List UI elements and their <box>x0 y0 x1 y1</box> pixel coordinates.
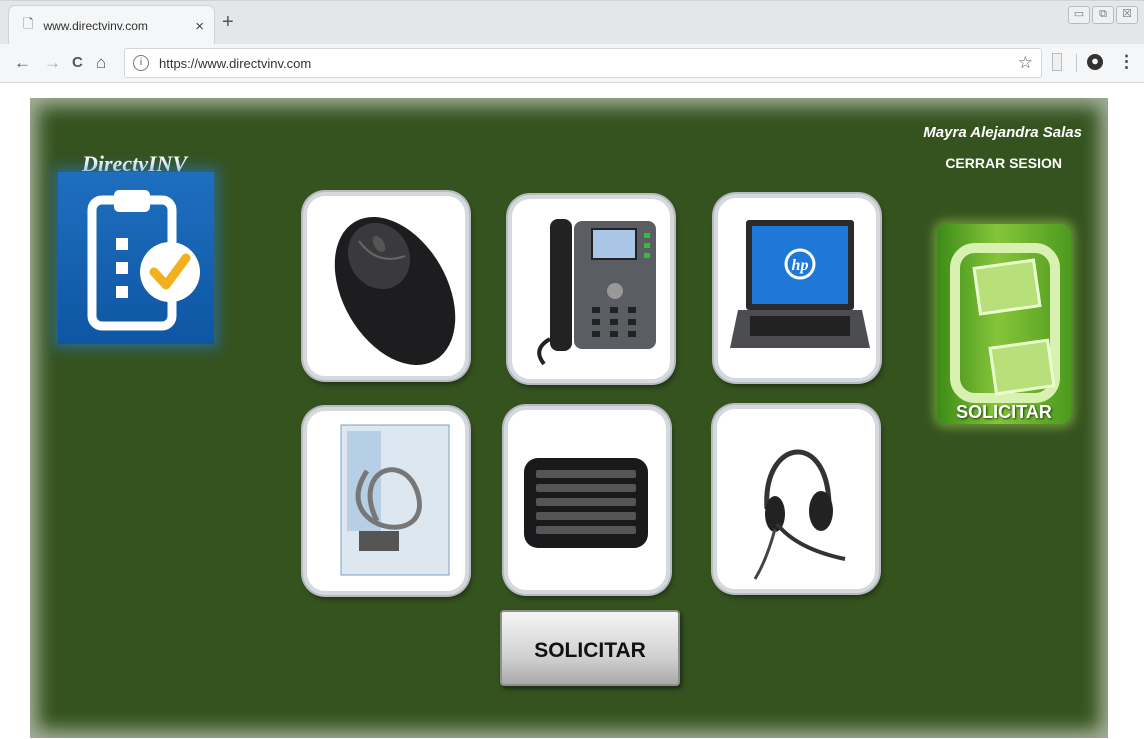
hp-logo-text: hp <box>792 257 809 274</box>
back-button[interactable]: ← <box>14 53 31 73</box>
laptop-icon: hp <box>730 220 870 348</box>
minimize-button[interactable]: ▭ <box>1068 6 1090 24</box>
forward-button[interactable]: → <box>44 53 61 73</box>
close-window-button[interactable]: ☒ <box>1116 6 1138 24</box>
profile-icon[interactable]: ⏺ <box>1087 54 1103 70</box>
clipboard-checklist-logo-icon <box>58 172 214 344</box>
solicitar-button[interactable]: SOLICITAR <box>500 610 680 686</box>
item-tile-headset[interactable] <box>713 405 879 593</box>
solicitar-tile[interactable]: SOLICITAR <box>937 224 1071 424</box>
solicitar-app-icon <box>950 243 1060 403</box>
keyboard-icon <box>524 458 648 548</box>
headset-icon <box>753 449 846 580</box>
home-button[interactable]: ⌂ <box>96 53 106 73</box>
info-icon[interactable]: i <box>133 55 149 71</box>
mouse-icon <box>334 217 456 365</box>
address-url[interactable]: https://www.directvinv.com <box>159 56 311 71</box>
close-tab-icon[interactable]: × <box>195 18 204 35</box>
tab-strip: 🗋 www.directvinv.com × + ▭ ⧉ ☒ <box>0 0 1144 46</box>
ip-phone-icon <box>537 219 656 366</box>
address-bar[interactable]: i https://www.directvinv.com ☆ <box>124 48 1042 78</box>
cable-lock-icon <box>340 424 450 576</box>
solicitar-tile-label: SOLICITAR <box>956 402 1052 422</box>
browser-toolbar: ← → C ⌂ i https://www.directvinv.com ☆ ⏺… <box>0 44 1144 83</box>
item-tile-cable-lock[interactable] <box>303 407 469 595</box>
toolbar-divider <box>1076 54 1077 72</box>
window-controls: ▭ ⧉ ☒ <box>1068 6 1138 24</box>
logout-link[interactable]: CERRAR SESION <box>945 155 1062 171</box>
menu-icon[interactable]: ⋮ <box>1118 52 1135 72</box>
restore-button[interactable]: ⧉ <box>1092 6 1114 24</box>
reload-button[interactable]: C <box>72 54 83 71</box>
item-tile-keyboard[interactable] <box>504 406 670 594</box>
item-tile-laptop[interactable]: hp <box>714 194 880 382</box>
tab-title: www.directvinv.com <box>43 19 148 33</box>
user-name: Mayra Alejandra Salas <box>923 124 1082 141</box>
item-tile-mouse[interactable] <box>303 192 469 380</box>
bookmark-star-icon[interactable]: ☆ <box>1018 53 1033 73</box>
page-icon: 🗋 <box>23 16 34 31</box>
browser-tab[interactable]: 🗋 www.directvinv.com × <box>8 5 215 46</box>
extension-icon[interactable] <box>1052 53 1062 71</box>
new-tab-button[interactable]: + <box>222 11 234 34</box>
item-tile-telephone[interactable] <box>508 195 674 383</box>
